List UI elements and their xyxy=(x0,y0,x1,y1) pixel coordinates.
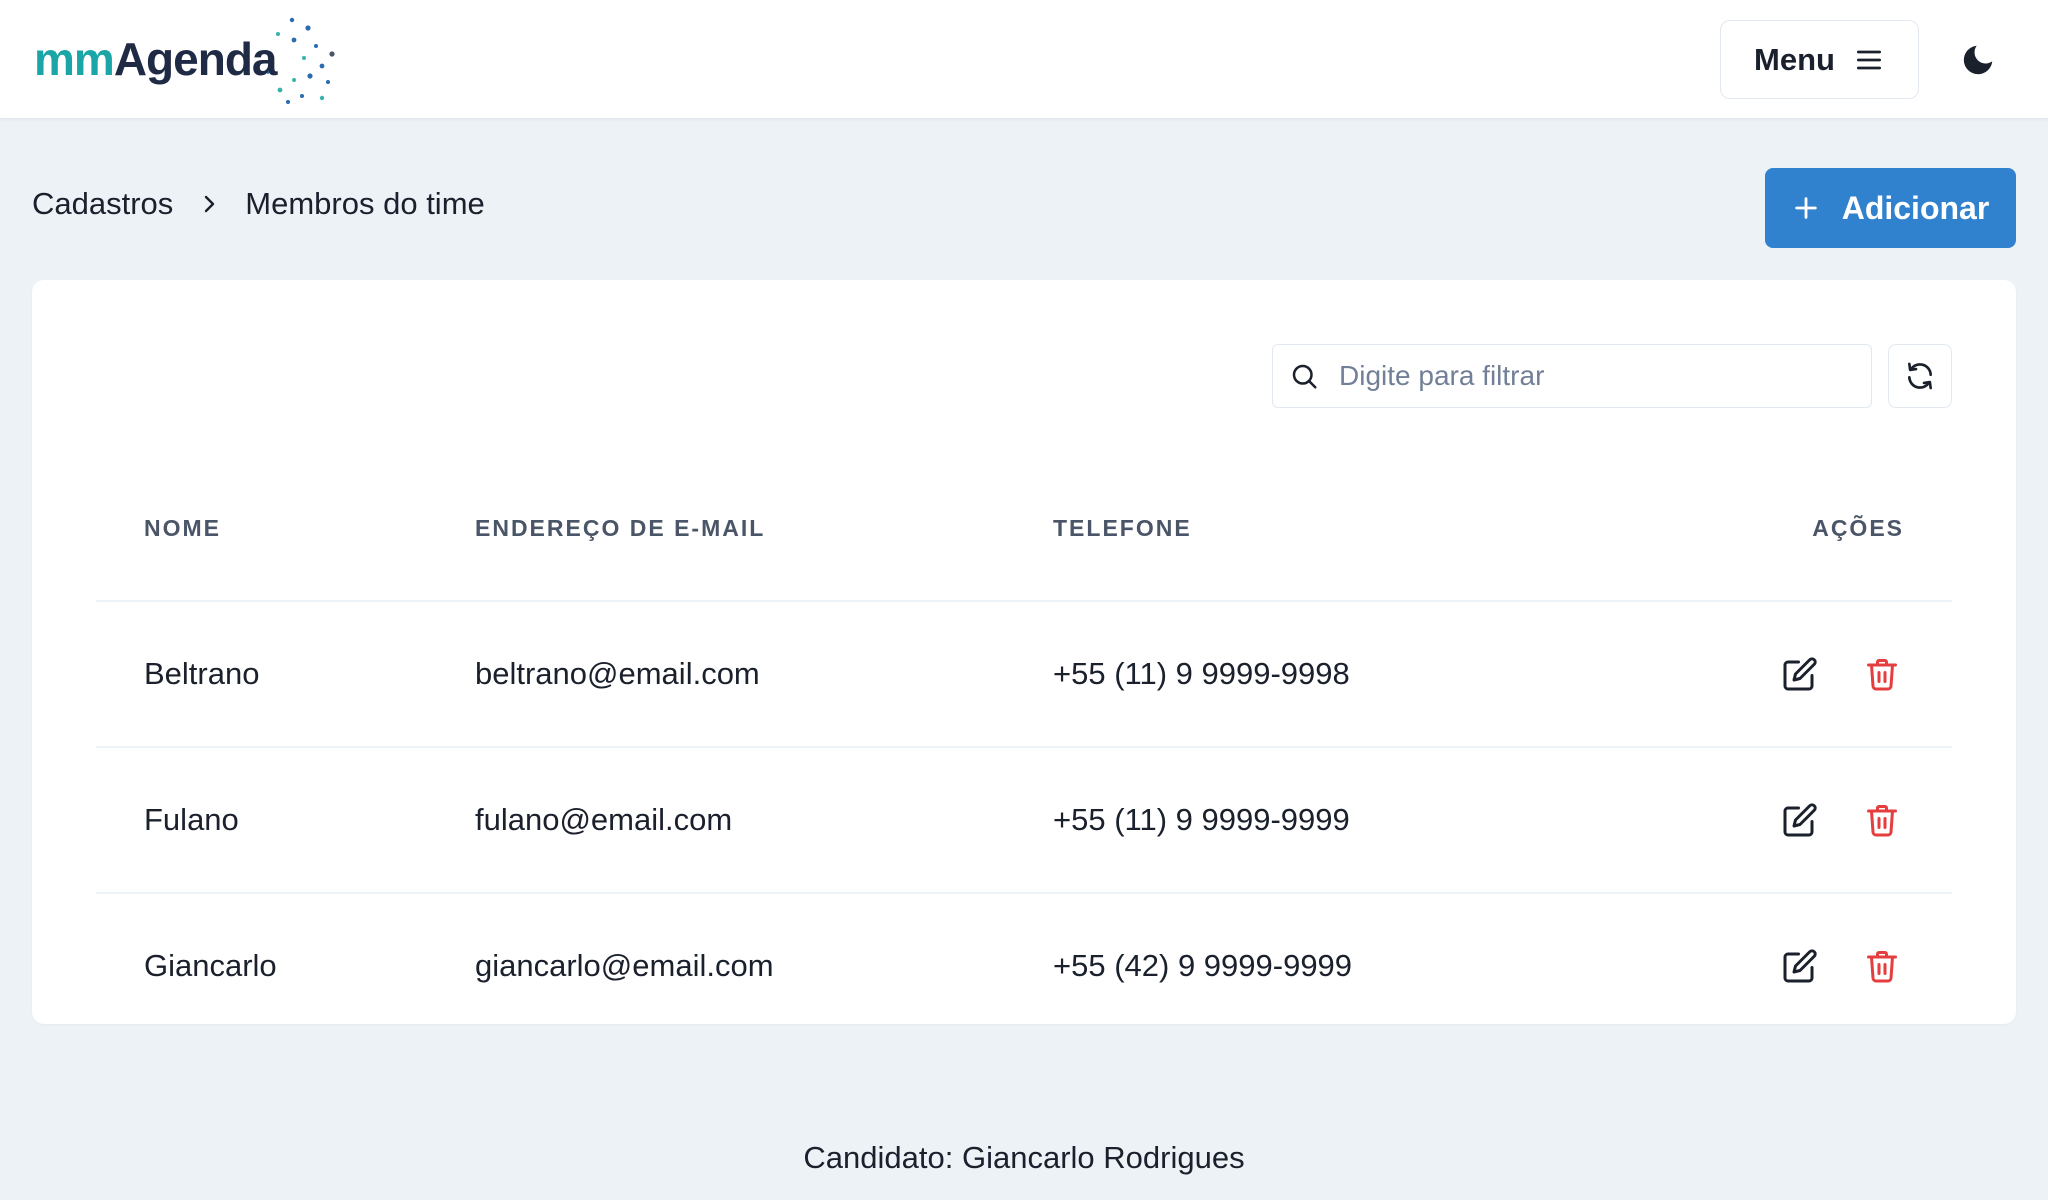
plus-icon xyxy=(1794,197,1817,219)
edit-icon[interactable] xyxy=(1782,802,1818,838)
chevron-right-icon xyxy=(197,192,221,216)
cell-email: beltrano@email.com xyxy=(475,601,1053,748)
search-icon xyxy=(1292,364,1317,389)
cell-actions xyxy=(1653,601,1952,748)
breadcrumb-item-cadastros[interactable]: Cadastros xyxy=(32,186,173,222)
members-table: NOME ENDEREÇO DE E-MAIL TELEFONE AÇÕES B… xyxy=(96,456,1952,1040)
add-button-label: Adicionar xyxy=(1841,189,1990,226)
column-header-acoes: AÇÕES xyxy=(1653,456,1952,602)
moon-icon xyxy=(1963,45,1993,75)
app-logo[interactable]: mmAgenda xyxy=(32,14,342,106)
breadcrumb: Cadastros Membros do time xyxy=(32,186,485,222)
search-field[interactable] xyxy=(1272,344,1872,408)
cell-phone: +55 (11) 9 9999-9999 xyxy=(1053,747,1653,894)
table-row: Beltrano beltrano@email.com +55 (11) 9 9… xyxy=(96,601,1952,748)
footer-text: Candidato: Giancarlo Rodrigues xyxy=(803,1140,1245,1175)
column-header-nome[interactable]: NOME xyxy=(96,456,475,602)
column-header-telefone[interactable]: TELEFONE xyxy=(1053,456,1653,602)
logo-wordmark: mmAgenda xyxy=(34,36,277,82)
menu-button-label: Menu xyxy=(1754,41,1835,77)
top-bar: mmAgenda Menu xyxy=(0,0,2048,119)
cell-actions xyxy=(1653,893,1952,1040)
table-header-row: NOME ENDEREÇO DE E-MAIL TELEFONE AÇÕES xyxy=(96,456,1952,602)
members-card: NOME ENDEREÇO DE E-MAIL TELEFONE AÇÕES B… xyxy=(32,280,2016,1040)
edit-icon[interactable] xyxy=(1782,656,1818,692)
trash-icon[interactable] xyxy=(1864,802,1900,838)
table-row: Giancarlo giancarlo@email.com +55 (42) 9… xyxy=(96,893,1952,1040)
trash-icon[interactable] xyxy=(1864,948,1900,984)
refresh-button[interactable] xyxy=(1888,344,1952,408)
column-header-email[interactable]: ENDEREÇO DE E-MAIL xyxy=(475,456,1053,602)
menu-button[interactable]: Menu xyxy=(1720,20,1919,99)
logo-text-agenda: Agenda xyxy=(113,33,278,85)
trash-icon[interactable] xyxy=(1864,656,1900,692)
theme-toggle-button[interactable] xyxy=(1950,32,2006,88)
refresh-icon xyxy=(1908,362,1932,390)
cell-email: giancarlo@email.com xyxy=(475,893,1053,1040)
cell-name: Giancarlo xyxy=(96,893,475,1040)
cell-phone: +55 (11) 9 9999-9998 xyxy=(1053,601,1653,748)
cell-name: Beltrano xyxy=(96,601,475,748)
hamburger-icon xyxy=(1856,50,1881,69)
search-input[interactable] xyxy=(1339,360,1859,392)
cell-name: Fulano xyxy=(96,747,475,894)
cell-phone: +55 (42) 9 9999-9999 xyxy=(1053,893,1653,1040)
cell-email: fulano@email.com xyxy=(475,747,1053,894)
breadcrumb-item-current: Membros do time xyxy=(245,186,485,221)
cell-actions xyxy=(1653,747,1952,894)
edit-icon[interactable] xyxy=(1782,948,1818,984)
logo-text-mm: mm xyxy=(34,33,115,85)
table-row: Fulano fulano@email.com +55 (11) 9 9999-… xyxy=(96,747,1952,894)
add-button[interactable]: Adicionar xyxy=(1765,168,2016,248)
